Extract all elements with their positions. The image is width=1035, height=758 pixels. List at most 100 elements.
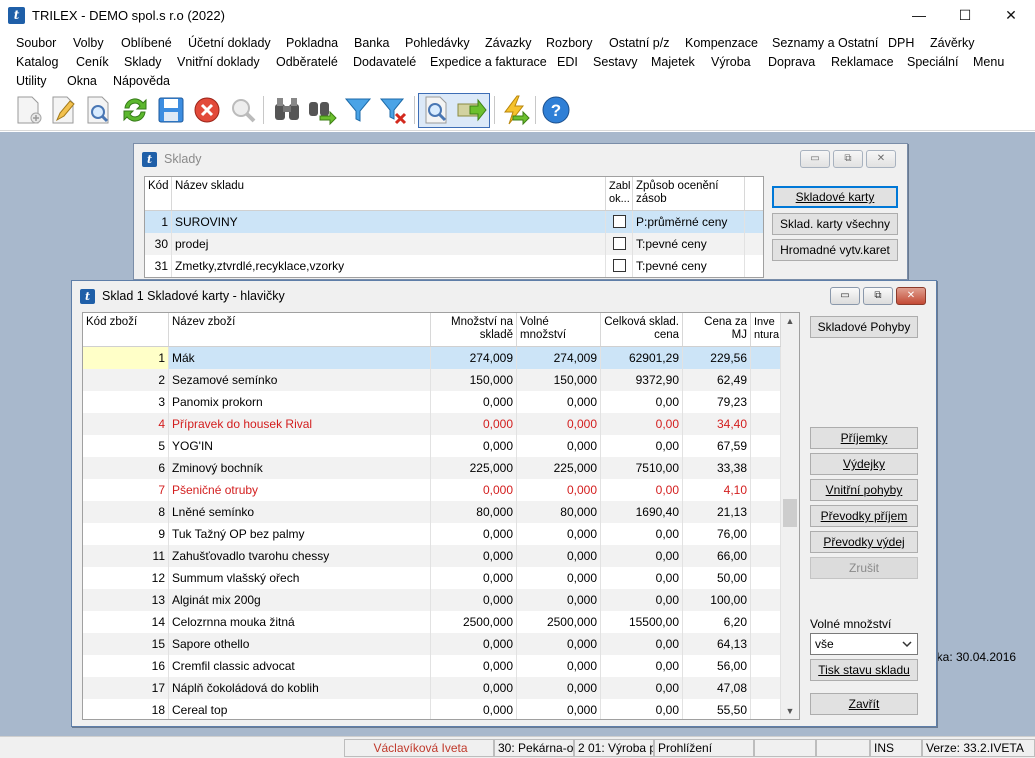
table-row[interactable]: 30 prodej T:pevné ceny bbox=[145, 233, 763, 255]
table-row[interactable]: 31 Zmetky,ztvrdlé,recyklace,vzorky T:pevné… bbox=[145, 255, 763, 277]
menu-item[interactable]: Volby bbox=[73, 36, 104, 50]
column-header[interactable]: Název skladu bbox=[172, 177, 606, 210]
table-row[interactable]: 9 Tuk Tažný OP bez palmy 0,000 0,000 0,00 76,… bbox=[83, 523, 781, 545]
cell-kod[interactable]: 11 bbox=[83, 545, 169, 567]
menu-item[interactable]: Doprava bbox=[768, 55, 815, 69]
column-header[interactable]: Způsob ocenění zásob bbox=[633, 177, 745, 210]
close-button[interactable]: ✕ bbox=[866, 150, 896, 168]
clear-filter-icon[interactable] bbox=[378, 94, 410, 126]
restore-button[interactable]: ⧉ bbox=[863, 287, 893, 305]
menu-item[interactable]: Odběratelé bbox=[276, 55, 338, 69]
vertical-scrollbar[interactable]: ▲ ▼ bbox=[781, 313, 799, 719]
table-row[interactable]: 11 Zahušťovadlo tvarohu chessy 0,000 0,000 0… bbox=[83, 545, 781, 567]
prevodky-vydej-button[interactable]: Převodky výdej bbox=[810, 531, 918, 553]
cell-zablokovano[interactable] bbox=[606, 211, 633, 233]
skladove-pohyby-button[interactable]: Skladové Pohyby bbox=[810, 316, 918, 338]
menu-item[interactable]: Pohledávky bbox=[405, 36, 470, 50]
column-header-mnozstvi[interactable]: Množství na skladě bbox=[431, 313, 517, 346]
menu-item[interactable]: Speciální bbox=[907, 55, 958, 69]
zavrit-button[interactable]: Zavřít bbox=[810, 693, 918, 715]
menu-item[interactable]: Pokladna bbox=[286, 36, 338, 50]
action-icon[interactable] bbox=[499, 94, 531, 126]
table-row[interactable]: 18 Cereal top 0,000 0,000 0,00 55,50 bbox=[83, 699, 781, 719]
menu-item[interactable]: EDI bbox=[557, 55, 578, 69]
help-icon[interactable]: ? bbox=[540, 94, 572, 126]
checkbox[interactable] bbox=[612, 215, 626, 229]
cell-kod[interactable]: 1 bbox=[83, 347, 169, 369]
menu-item[interactable]: Výroba bbox=[711, 55, 751, 69]
vnitrni-pohyby-button[interactable]: Vnitřní pohyby bbox=[810, 479, 918, 501]
menu-item[interactable]: Ostatní p/z bbox=[609, 36, 669, 50]
delete-icon[interactable] bbox=[191, 94, 223, 126]
menu-item[interactable]: Kompenzace bbox=[685, 36, 758, 50]
minimize-button[interactable]: ▭ bbox=[800, 150, 830, 168]
cell-kod[interactable]: 2 bbox=[83, 369, 169, 391]
cell-zablokovano[interactable] bbox=[606, 255, 633, 277]
table-row[interactable]: 2 Sezamové semínko 150,000 150,000 9372,90 62… bbox=[83, 369, 781, 391]
skladove-karty-button[interactable]: Skladové karty bbox=[772, 186, 898, 208]
menu-item[interactable]: DPH bbox=[888, 36, 914, 50]
menu-item[interactable]: Banka bbox=[354, 36, 389, 50]
menu-item[interactable]: Soubor bbox=[16, 36, 56, 50]
scrollbar-thumb[interactable] bbox=[783, 499, 797, 527]
menu-item[interactable]: Účetní doklady bbox=[188, 36, 271, 50]
refresh-icon[interactable] bbox=[119, 94, 151, 126]
prevodky-prijem-button[interactable]: Převodky příjem bbox=[810, 505, 918, 527]
menu-item[interactable]: Ceník bbox=[76, 55, 109, 69]
cell-zablokovano[interactable] bbox=[606, 233, 633, 255]
cell-kod[interactable]: 7 bbox=[83, 479, 169, 501]
cell-kod[interactable]: 18 bbox=[83, 699, 169, 719]
minimize-button[interactable]: — bbox=[896, 0, 942, 31]
find-next-icon[interactable] bbox=[306, 94, 338, 126]
vydejky-button[interactable]: Výdejky bbox=[810, 453, 918, 475]
table-row[interactable]: 17 Náplň čokoládová do koblih 0,000 0,000 0,… bbox=[83, 677, 781, 699]
maximize-button[interactable]: ☐ bbox=[942, 0, 988, 31]
menu-item[interactable]: Rozbory bbox=[546, 36, 593, 50]
cell-kod[interactable]: 4 bbox=[83, 413, 169, 435]
table-row[interactable]: 13 Alginát mix 200g 0,000 0,000 0,00 100,00 bbox=[83, 589, 781, 611]
table-row[interactable]: 16 Cremfil classic advocat 0,000 0,000 0,00 5… bbox=[83, 655, 781, 677]
tisk-stavu-skladu-button[interactable]: Tisk stavu skladu bbox=[810, 659, 918, 681]
cell-kod[interactable]: 13 bbox=[83, 589, 169, 611]
cell-kod[interactable]: 15 bbox=[83, 633, 169, 655]
menu-item[interactable]: Nápověda bbox=[113, 74, 170, 88]
scroll-down-icon[interactable]: ▼ bbox=[781, 703, 799, 719]
menu-item[interactable]: Menu bbox=[973, 55, 1004, 69]
cell-kod[interactable]: 8 bbox=[83, 501, 169, 523]
menu-item[interactable]: Závazky bbox=[485, 36, 532, 50]
menu-item[interactable]: Sklady bbox=[124, 55, 162, 69]
search-icon[interactable] bbox=[227, 94, 259, 126]
table-row[interactable]: 1 SUROVINY P:průměrné ceny bbox=[145, 211, 763, 233]
menu-item[interactable]: Vnitřní doklady bbox=[177, 55, 260, 69]
menu-item[interactable]: Sestavy bbox=[593, 55, 637, 69]
column-header-celkova[interactable]: Celková sklad. cena bbox=[601, 313, 683, 346]
table-row[interactable]: 4 Přípravek do housek Rival 0,000 0,000 0,00… bbox=[83, 413, 781, 435]
sklad-karty-vsechny-button[interactable]: Sklad. karty všechny bbox=[772, 213, 898, 235]
table-row[interactable]: 8 Lněné semínko 80,000 80,000 1690,40 21,13 bbox=[83, 501, 781, 523]
menu-item[interactable]: Okna bbox=[67, 74, 97, 88]
cell-kod[interactable]: 16 bbox=[83, 655, 169, 677]
find-icon[interactable] bbox=[271, 94, 303, 126]
preview-icon[interactable] bbox=[82, 94, 114, 126]
cell-kod[interactable]: 17 bbox=[83, 677, 169, 699]
print-preview-icon[interactable] bbox=[420, 94, 452, 126]
menu-item[interactable]: Expedice a fakturace bbox=[430, 55, 547, 69]
table-row[interactable]: 14 Celozrnna mouka žitná 2500,000 2500,000 1… bbox=[83, 611, 781, 633]
column-header-volne[interactable]: Volné množství bbox=[517, 313, 601, 346]
cell-kod[interactable]: 12 bbox=[83, 567, 169, 589]
menu-item[interactable]: Závěrky bbox=[930, 36, 974, 50]
cell-kod[interactable]: 14 bbox=[83, 611, 169, 633]
save-icon[interactable] bbox=[155, 94, 187, 126]
minimize-button[interactable]: ▭ bbox=[830, 287, 860, 305]
new-icon[interactable] bbox=[12, 94, 44, 126]
table-row[interactable]: 3 Panomix prokorn 0,000 0,000 0,00 79,23 bbox=[83, 391, 781, 413]
column-header[interactable]: Zabl ok... bbox=[606, 177, 633, 210]
checkbox[interactable] bbox=[612, 237, 626, 251]
table-row[interactable]: 1 Mák 274,009 274,009 62901,29 229,56 bbox=[83, 347, 781, 369]
table-row[interactable]: 12 Summum vlašský ořech 0,000 0,000 0,00 50,0… bbox=[83, 567, 781, 589]
cell-kod[interactable]: 5 bbox=[83, 435, 169, 457]
menu-item[interactable]: Majetek bbox=[651, 55, 695, 69]
close-button[interactable]: ✕ bbox=[988, 0, 1034, 31]
volne-mnozstvi-select[interactable]: vše bbox=[810, 633, 918, 655]
column-header-inventura[interactable]: Inve ntura bbox=[751, 313, 781, 346]
